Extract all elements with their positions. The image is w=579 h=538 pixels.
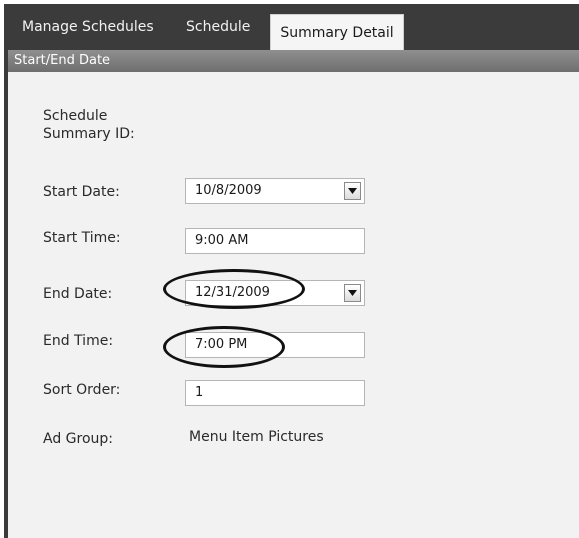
sort-order-value: 1 [195,385,204,400]
chevron-down-icon[interactable] [344,284,361,302]
tab-summary-detail[interactable]: Summary Detail [270,14,404,52]
schedule-summary-id-label-line1: Schedule [43,108,108,124]
start-date-dropdown[interactable]: 10/8/2009 [185,178,365,204]
ad-group-value: Menu Item Pictures [189,429,324,445]
start-time-label: Start Time: [43,230,121,246]
window: Manage Schedules Schedule Summary Detail… [0,0,579,538]
start-time-value: 9:00 AM [195,233,249,248]
section-header-start-end-date: Start/End Date [8,50,579,72]
end-date-value: 12/31/2009 [195,285,270,300]
end-time-label: End Time: [43,333,114,349]
sort-order-label: Sort Order: [43,382,121,398]
summary-detail-panel: Start/End Date Schedule Summary ID: Star… [4,50,579,538]
schedule-summary-id-label-line2: Summary ID: [43,126,135,142]
ad-group-label: Ad Group: [43,431,114,447]
end-date-dropdown[interactable]: 12/31/2009 [185,280,365,306]
start-time-field[interactable]: 9:00 AM [185,228,365,254]
end-time-field[interactable]: 7:00 PM [185,332,365,358]
tab-schedule[interactable]: Schedule [186,4,250,50]
start-date-value: 10/8/2009 [195,183,262,198]
tab-bar: Manage Schedules Schedule Summary Detail [4,4,579,52]
end-date-label: End Date: [43,286,113,302]
tab-manage-schedules[interactable]: Manage Schedules [22,4,154,50]
sort-order-field[interactable]: 1 [185,380,365,406]
chevron-down-icon[interactable] [344,182,361,200]
end-time-value: 7:00 PM [195,337,248,352]
start-date-label: Start Date: [43,184,120,200]
